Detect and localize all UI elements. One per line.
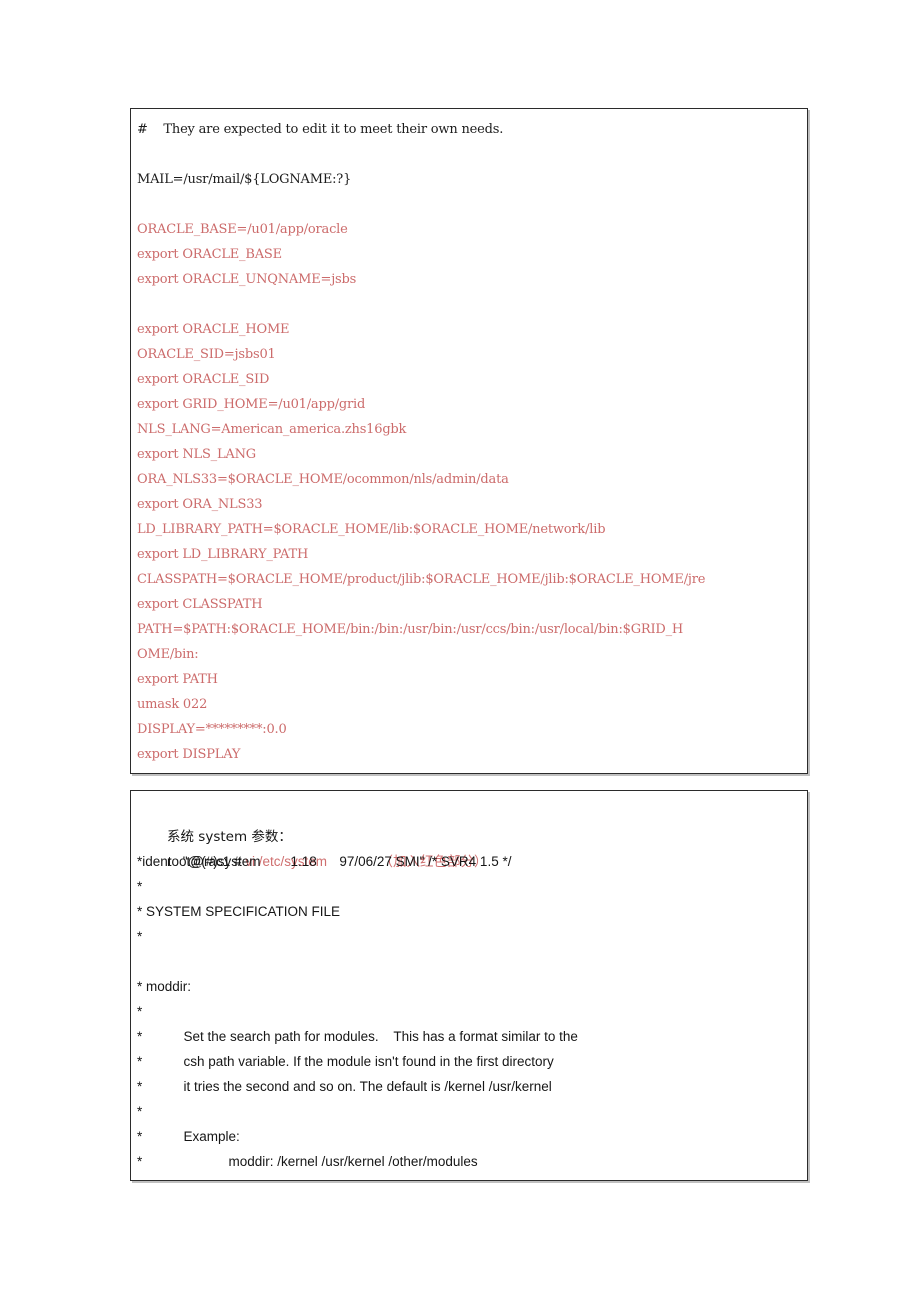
system-line: * moddir: /kernel /usr/kernel /other/mod… [137,1154,478,1169]
profile-line: export LD_LIBRARY_PATH [137,547,309,562]
system-line: * Example: [137,1129,240,1144]
system-line: * [137,1004,143,1019]
system-line: * [137,879,143,894]
system-line: * [137,929,143,944]
profile-line: CLASSPATH=$ORACLE_HOME/product/jlib:$ORA… [137,572,706,587]
profile-line: ORACLE_BASE=/u01/app/oracle [137,222,348,237]
profile-line: export DISPLAY [137,747,241,762]
profile-line: PATH=$PATH:$ORACLE_HOME/bin:/bin:/usr/bi… [137,622,684,637]
system-line: * SYSTEM SPECIFICATION FILE [137,904,341,919]
profile-line [137,192,801,217]
profile-line: export ORACLE_SID [137,372,270,387]
system-line: * moddir: [137,979,192,994]
system-section-heading: 系统 system 参数： [167,829,292,845]
system-line: * csh path variable. If the module isn't… [137,1054,554,1069]
profile-line: OME/bin: [137,647,199,662]
profile-line: LD_LIBRARY_PATH=$ORACLE_HOME/lib:$ORACLE… [137,522,606,537]
profile-line: export ORA_NLS33 [137,497,263,512]
profile-line: NLS_LANG=American_america.zhs16gbk [137,422,407,437]
etc-system-code-box: 系统 system 参数： root@rac1 # vi /etc/system… [130,790,808,1181]
profile-line: export CLASSPATH [137,597,263,612]
profile-line: export ORACLE_HOME [137,322,290,337]
system-line [137,949,801,974]
profile-line: ORA_NLS33=$ORACLE_HOME/ocommon/nls/admin… [137,472,509,487]
profile-line: # They are expected to edit it to meet t… [137,122,504,137]
system-line: * it tries the second and so on. The def… [137,1079,552,1094]
profile-line [137,142,801,167]
system-line: * Set the search path for modules. This … [137,1029,578,1044]
profile-line: export PATH [137,672,218,687]
profile-line: export GRID_HOME=/u01/app/grid [137,397,366,412]
etc-system-lines: *ident "@(#)system 1.18 97/06/27 SMI" /*… [137,849,801,1174]
profile-line [137,292,801,317]
profile-line: ORACLE_SID=jsbs01 [137,347,276,362]
profile-line: export ORACLE_UNQNAME=jsbs [137,272,357,287]
profile-line: DISPLAY=*********:0.0 [137,722,287,737]
profile-line: umask 022 [137,697,208,712]
system-line: * [137,1104,143,1119]
profile-line: export ORACLE_BASE [137,247,282,262]
profile-line: export NLS_LANG [137,447,256,462]
document-page: # They are expected to edit it to meet t… [0,0,920,1302]
oracle-profile-lines: # They are expected to edit it to meet t… [131,109,807,773]
oracle-profile-code-box: # They are expected to edit it to meet t… [130,108,808,774]
etc-system-content: 系统 system 参数： root@rac1 # vi /etc/system… [131,791,807,1180]
profile-line: MAIL=/usr/mail/${LOGNAME:?} [137,172,352,187]
system-line: *ident "@(#)system 1.18 97/06/27 SMI" /*… [137,854,512,869]
